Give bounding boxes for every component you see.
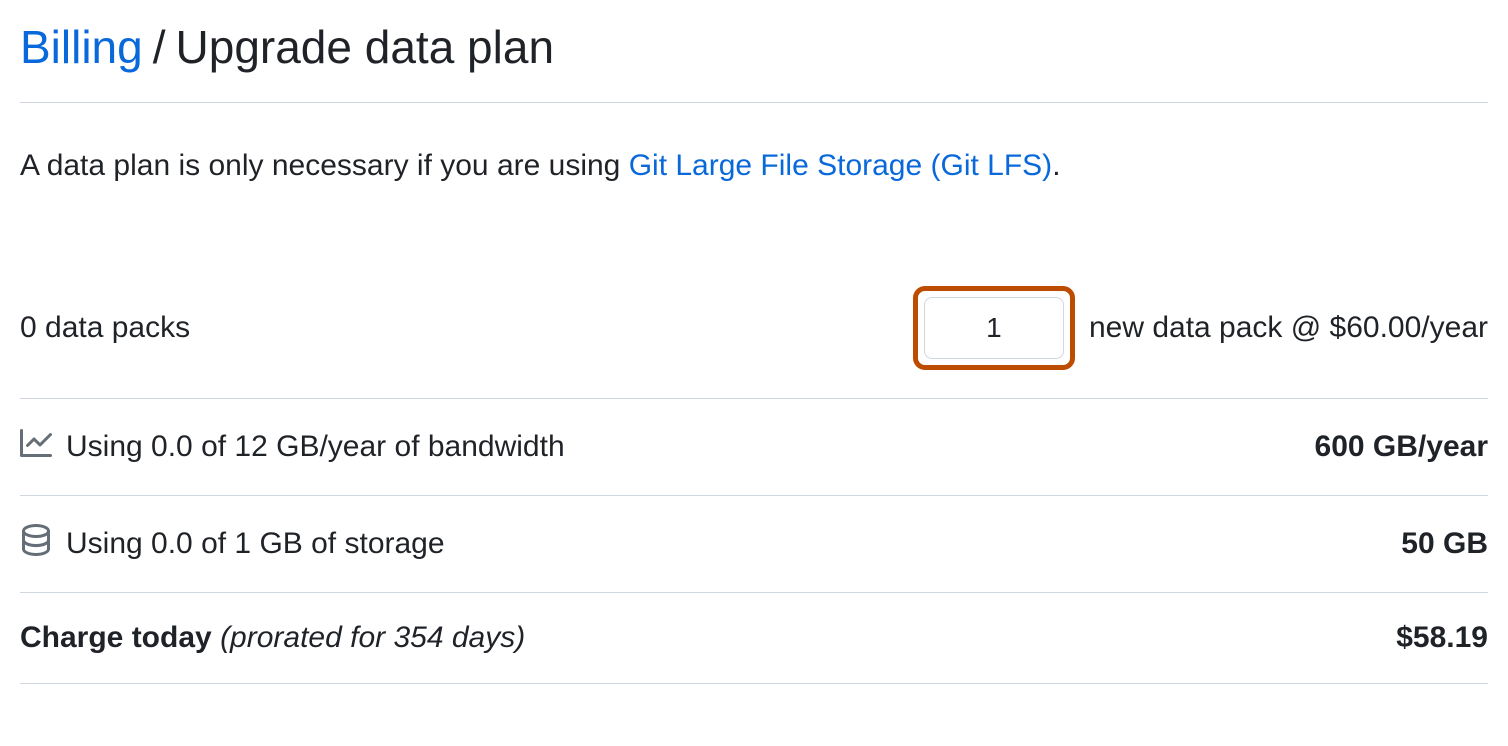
breadcrumb-separator: / [153, 20, 166, 74]
description-prefix: A data plan is only necessary if you are… [20, 149, 629, 182]
input-highlight-box [913, 286, 1075, 370]
storage-row: Using 0.0 of 1 GB of storage 50 GB [20, 496, 1488, 593]
charge-label: Charge today [20, 621, 212, 654]
graph-icon [20, 427, 52, 467]
data-packs-row: 0 data packs new data pack @ $60.00/year [20, 258, 1488, 399]
data-packs-input[interactable] [924, 297, 1064, 359]
bandwidth-usage-label: Using 0.0 of 12 GB/year of bandwidth [66, 430, 565, 464]
bandwidth-value: 600 GB/year [1315, 430, 1488, 464]
page-title: Upgrade data plan [176, 20, 555, 74]
charge-note: (prorated for 354 days) [220, 621, 525, 654]
packs-suffix-label: new data pack @ $60.00/year [1089, 311, 1488, 345]
storage-usage-label: Using 0.0 of 1 GB of storage [66, 527, 445, 561]
storage-value: 50 GB [1401, 527, 1488, 561]
charge-value: $58.19 [1396, 621, 1488, 655]
description-text: A data plan is only necessary if you are… [20, 143, 1488, 188]
description-suffix: . [1052, 149, 1060, 182]
git-lfs-link[interactable]: Git Large File Storage (Git LFS) [629, 149, 1053, 182]
page-header: Billing / Upgrade data plan [20, 20, 1488, 103]
charge-row: Charge today (prorated for 354 days) $58… [20, 593, 1488, 684]
bandwidth-row: Using 0.0 of 12 GB/year of bandwidth 600… [20, 399, 1488, 496]
current-packs-label: 0 data packs [20, 311, 190, 345]
database-icon [20, 524, 52, 564]
billing-link[interactable]: Billing [20, 20, 143, 74]
